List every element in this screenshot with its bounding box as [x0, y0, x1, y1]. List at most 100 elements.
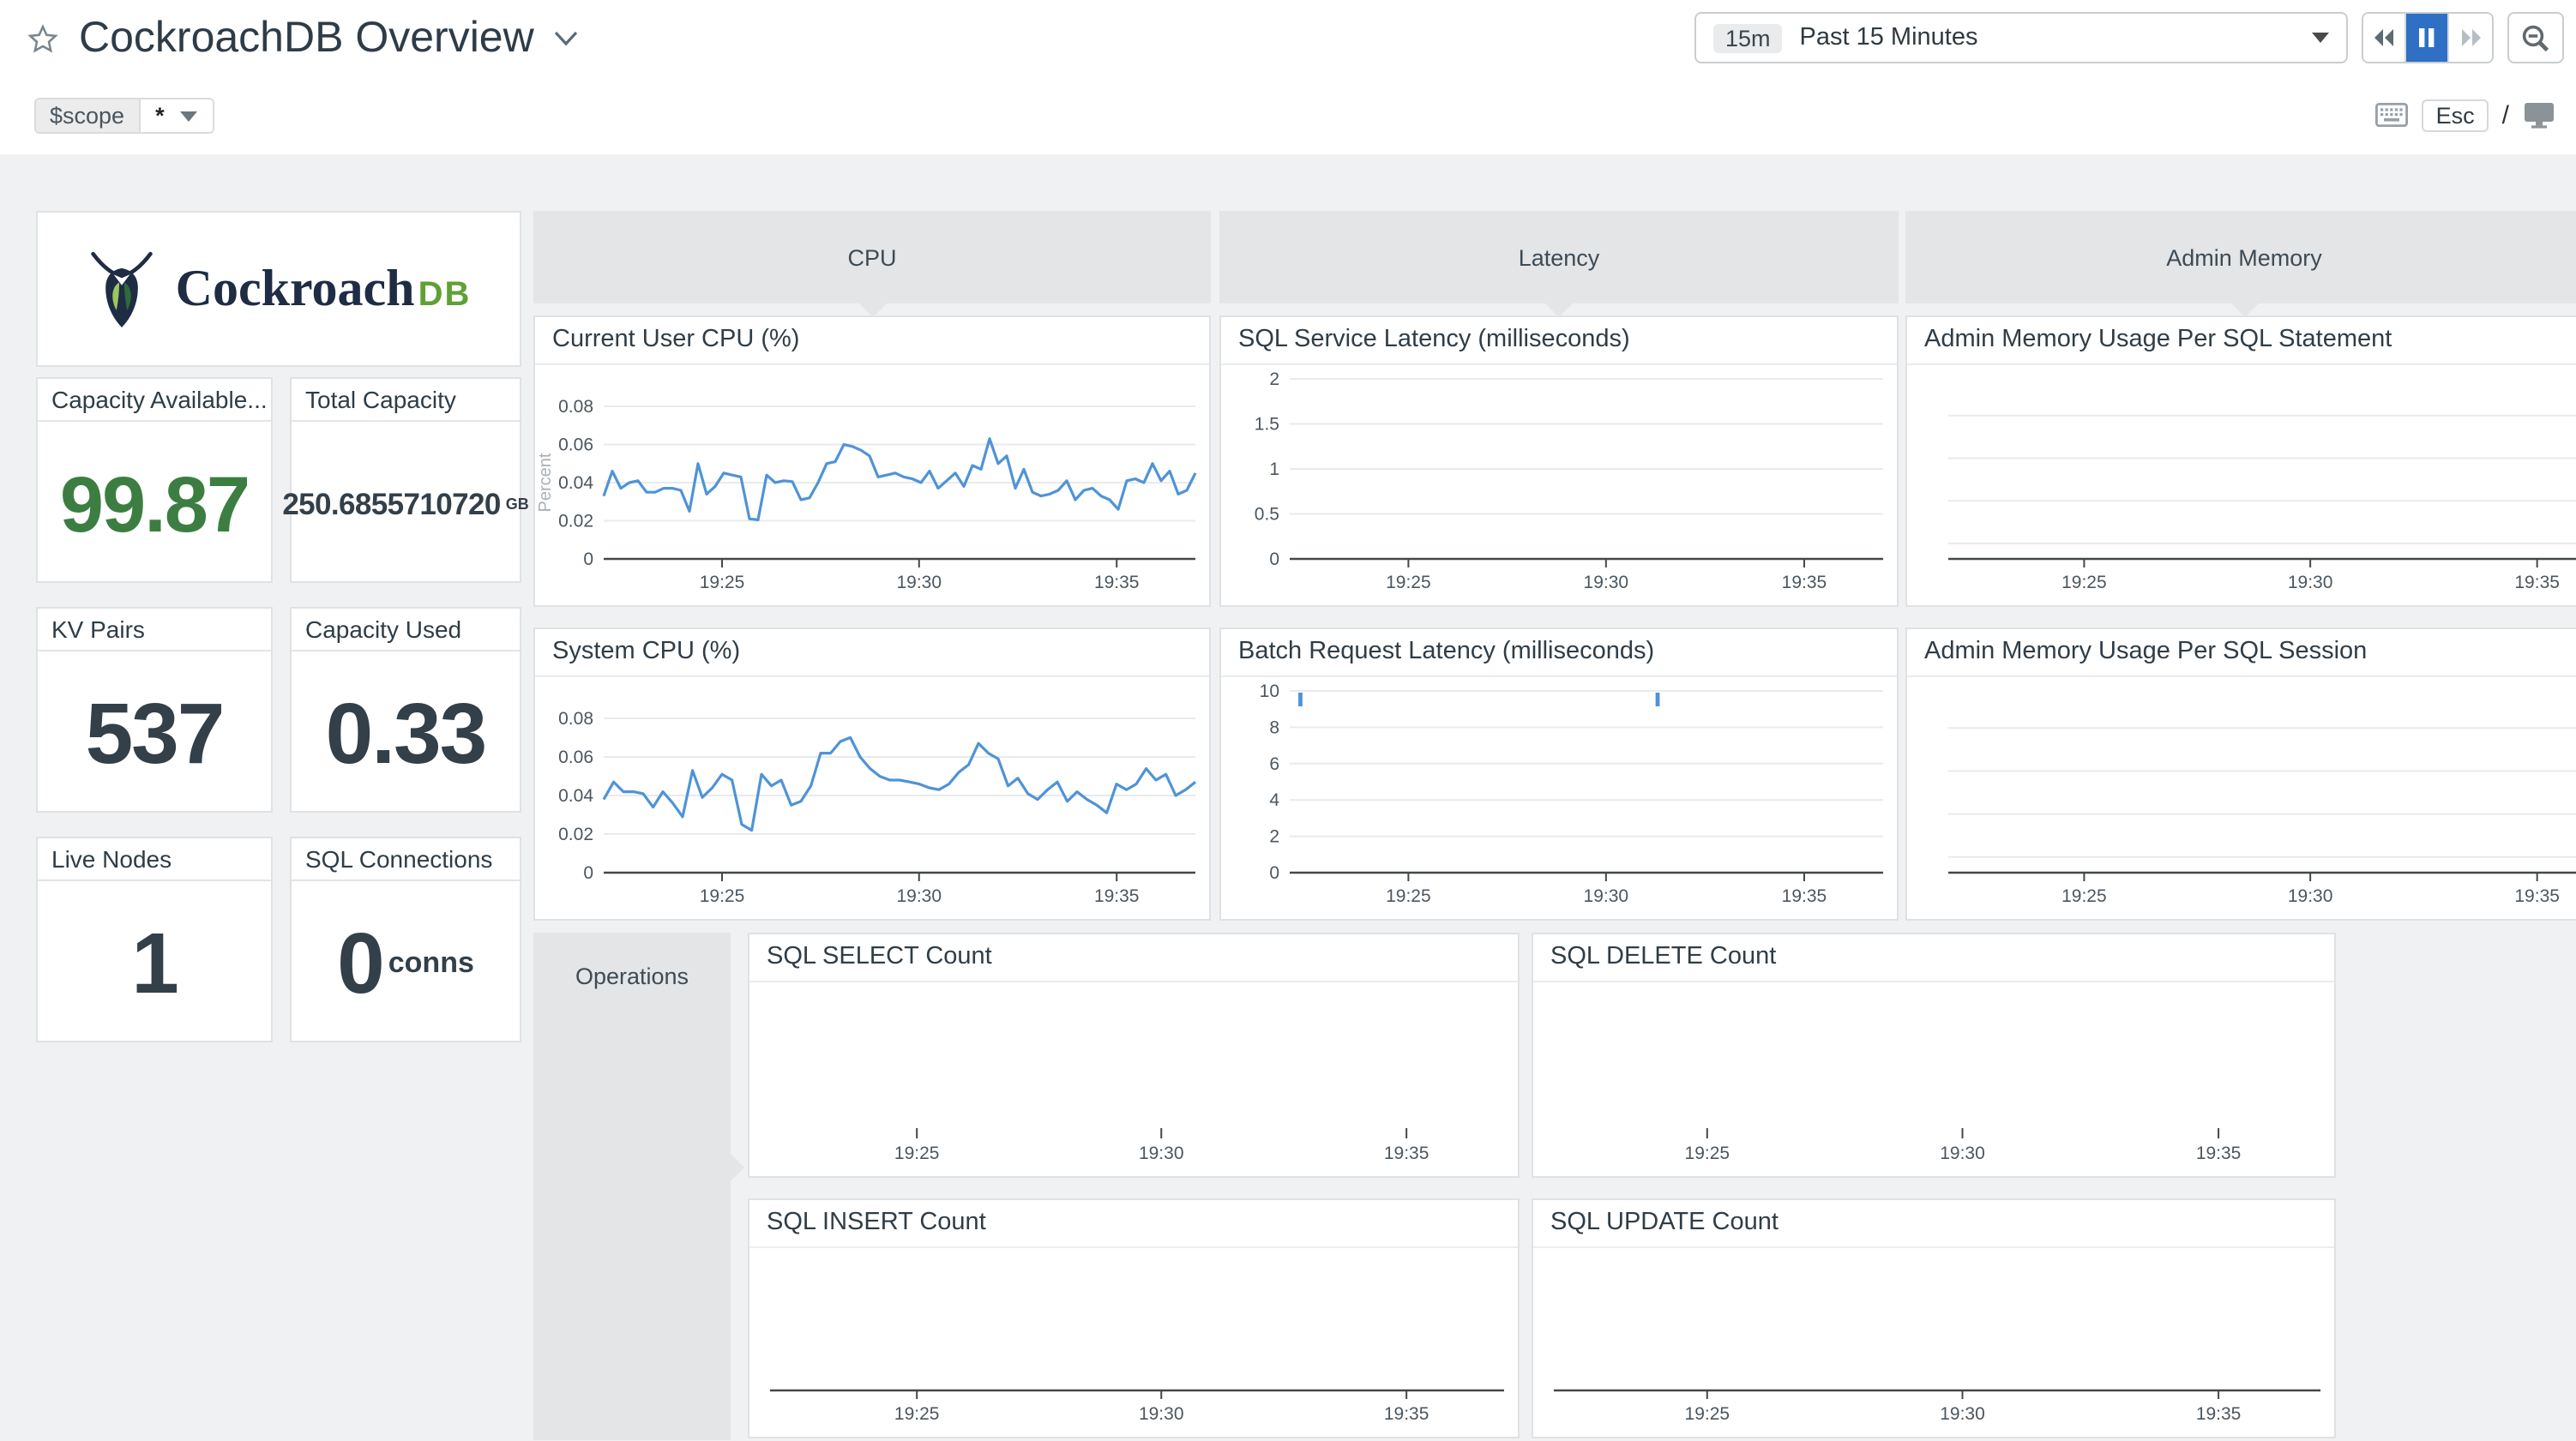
fast-forward-icon — [2459, 27, 2483, 48]
stat-title: SQL Connections — [292, 838, 520, 881]
svg-text:19:25: 19:25 — [1685, 1404, 1730, 1424]
chart-title: Admin Memory Usage Per SQL Session — [1907, 629, 2576, 677]
variable-value-text: * — [155, 103, 165, 129]
svg-text:19:25: 19:25 — [2061, 573, 2107, 592]
svg-text:19:35: 19:35 — [2196, 1404, 2242, 1424]
svg-text:6: 6 — [1269, 754, 1279, 774]
svg-text:19:30: 19:30 — [2288, 886, 2333, 906]
chart-sql-select-count[interactable]: SQL SELECT Count 19:2519:3019:35 — [748, 933, 1520, 1178]
dashboard-header: CockroachDB Overview 15m Past 15 Minutes — [0, 0, 2576, 77]
svg-text:19:35: 19:35 — [2514, 573, 2560, 592]
svg-text:19:30: 19:30 — [896, 573, 942, 592]
svg-text:19:30: 19:30 — [1584, 886, 1629, 906]
group-header-admin-memory[interactable]: Admin Memory — [1905, 211, 2576, 303]
template-variable-bar: $scope * Esc / — [0, 77, 2576, 154]
chart-batch-request-latency[interactable]: Batch Request Latency (milliseconds) 024… — [1219, 627, 1899, 921]
svg-text:Percent: Percent — [536, 453, 555, 512]
chart-system-cpu[interactable]: System CPU (%) 00.020.040.060.0819:2519:… — [533, 627, 1211, 921]
unit-suffix: conns — [388, 946, 474, 981]
chart-plot: 024681019:2519:3019:35 — [1221, 677, 1897, 919]
stat-capacity-available[interactable]: Capacity Available... 99.87 — [36, 377, 273, 583]
chart-plot: 00.020.040.060.0819:2519:3019:35 — [535, 677, 1209, 919]
svg-text:19:35: 19:35 — [2514, 886, 2560, 906]
svg-text:19:35: 19:35 — [2196, 1144, 2242, 1163]
svg-text:19:25: 19:25 — [700, 886, 745, 906]
svg-text:0.06: 0.06 — [558, 435, 593, 455]
stat-value: 0conns — [292, 886, 520, 1041]
logo-wordmark: Cockroach — [176, 260, 415, 316]
time-range-picker[interactable]: 15m Past 15 Minutes — [1694, 12, 2348, 63]
stat-live-nodes[interactable]: Live Nodes 1 — [36, 837, 273, 1042]
svg-text:19:30: 19:30 — [1584, 573, 1629, 592]
svg-text:0: 0 — [583, 549, 593, 569]
chart-plot: 19:2519:3019:35 — [749, 1248, 1518, 1437]
chart-sql-delete-count[interactable]: SQL DELETE Count 19:2519:3019:35 — [1532, 933, 2336, 1178]
chevron-down-icon[interactable] — [555, 31, 579, 46]
chart-admin-memory-session[interactable]: Admin Memory Usage Per SQL Session 19:25… — [1905, 627, 2576, 921]
group-header-operations[interactable]: Operations — [533, 933, 731, 1440]
page-title: CockroachDB Overview — [79, 14, 534, 63]
chart-current-user-cpu[interactable]: Current User CPU (%) 00.020.040.060.0819… — [533, 315, 1211, 607]
stat-sql-connections[interactable]: SQL Connections 0conns — [290, 837, 521, 1042]
svg-text:19:25: 19:25 — [1685, 1144, 1730, 1163]
time-range-label: Past 15 Minutes — [1800, 24, 2295, 51]
svg-text:19:35: 19:35 — [1094, 886, 1140, 906]
rewind-button[interactable] — [2363, 14, 2406, 62]
dashboard-canvas: CockroachDB Capacity Available... 99.87 … — [0, 154, 2576, 1441]
slash-separator: / — [2502, 100, 2509, 129]
svg-text:1: 1 — [1269, 459, 1279, 479]
svg-text:0.06: 0.06 — [558, 748, 593, 767]
star-icon[interactable] — [27, 23, 58, 54]
chart-plot: 19:2519:3019:35 — [1533, 1248, 2334, 1437]
forward-button[interactable] — [2449, 14, 2492, 62]
group-label: Operations — [533, 964, 731, 989]
chart-admin-memory-statement[interactable]: Admin Memory Usage Per SQL Statement 19:… — [1905, 315, 2576, 607]
chart-title: Admin Memory Usage Per SQL Statement — [1907, 317, 2576, 365]
svg-text:2: 2 — [1269, 369, 1279, 389]
svg-text:0.04: 0.04 — [558, 473, 593, 493]
cockroachdb-logo-card: CockroachDB — [36, 211, 521, 367]
chart-title: Batch Request Latency (milliseconds) — [1221, 629, 1897, 677]
template-variable-scope[interactable]: $scope * — [34, 98, 214, 134]
zoom-out-button[interactable] — [2507, 12, 2564, 63]
stat-value: 250.6855710720GB — [292, 427, 520, 581]
svg-text:19:35: 19:35 — [1384, 1404, 1429, 1424]
svg-text:19:35: 19:35 — [1782, 886, 1827, 906]
svg-text:0.08: 0.08 — [558, 709, 593, 729]
svg-text:19:25: 19:25 — [700, 573, 745, 592]
pause-button[interactable] — [2406, 14, 2449, 62]
svg-text:0.02: 0.02 — [558, 512, 593, 531]
stat-value: 537 — [38, 657, 271, 811]
group-pointer — [731, 1154, 744, 1181]
keyboard-icon[interactable] — [2376, 103, 2409, 127]
logo-suffix: DB — [418, 275, 472, 313]
group-header-cpu[interactable]: CPU — [533, 211, 1211, 303]
svg-text:19:25: 19:25 — [894, 1404, 940, 1424]
svg-text:4: 4 — [1269, 790, 1279, 810]
stat-kv-pairs[interactable]: KV Pairs 537 — [36, 607, 273, 813]
svg-text:0.5: 0.5 — [1255, 505, 1279, 525]
svg-text:0.08: 0.08 — [558, 397, 593, 417]
stat-value: 1 — [38, 886, 271, 1041]
stat-capacity-used[interactable]: Capacity Used 0.33 — [290, 607, 521, 813]
stat-total-capacity[interactable]: Total Capacity 250.6855710720GB — [290, 377, 521, 583]
svg-text:0: 0 — [1269, 549, 1279, 569]
caret-down-icon — [2312, 33, 2329, 43]
chart-sql-update-count[interactable]: SQL UPDATE Count 19:2519:3019:35 — [1532, 1198, 2336, 1438]
svg-text:1.5: 1.5 — [1255, 415, 1279, 435]
chart-plot: 00.020.040.060.0819:2519:3019:35Percent — [535, 365, 1209, 605]
variable-name: $scope — [36, 99, 140, 132]
tv-mode-icon[interactable] — [2523, 101, 2555, 129]
svg-text:0.02: 0.02 — [558, 825, 593, 844]
chart-sql-insert-count[interactable]: SQL INSERT Count 19:2519:3019:35 — [748, 1198, 1520, 1438]
group-label: Latency — [1519, 244, 1600, 270]
svg-text:19:25: 19:25 — [1386, 573, 1431, 592]
svg-text:2: 2 — [1269, 827, 1279, 847]
chart-sql-service-latency[interactable]: SQL Service Latency (milliseconds) 00.51… — [1219, 315, 1899, 607]
svg-text:19:25: 19:25 — [1386, 886, 1431, 906]
stat-title: Total Capacity — [292, 379, 520, 422]
pause-icon — [2418, 27, 2435, 48]
group-header-latency[interactable]: Latency — [1219, 211, 1899, 303]
chart-title: SQL UPDATE Count — [1533, 1200, 2334, 1248]
svg-text:19:35: 19:35 — [1384, 1144, 1429, 1163]
